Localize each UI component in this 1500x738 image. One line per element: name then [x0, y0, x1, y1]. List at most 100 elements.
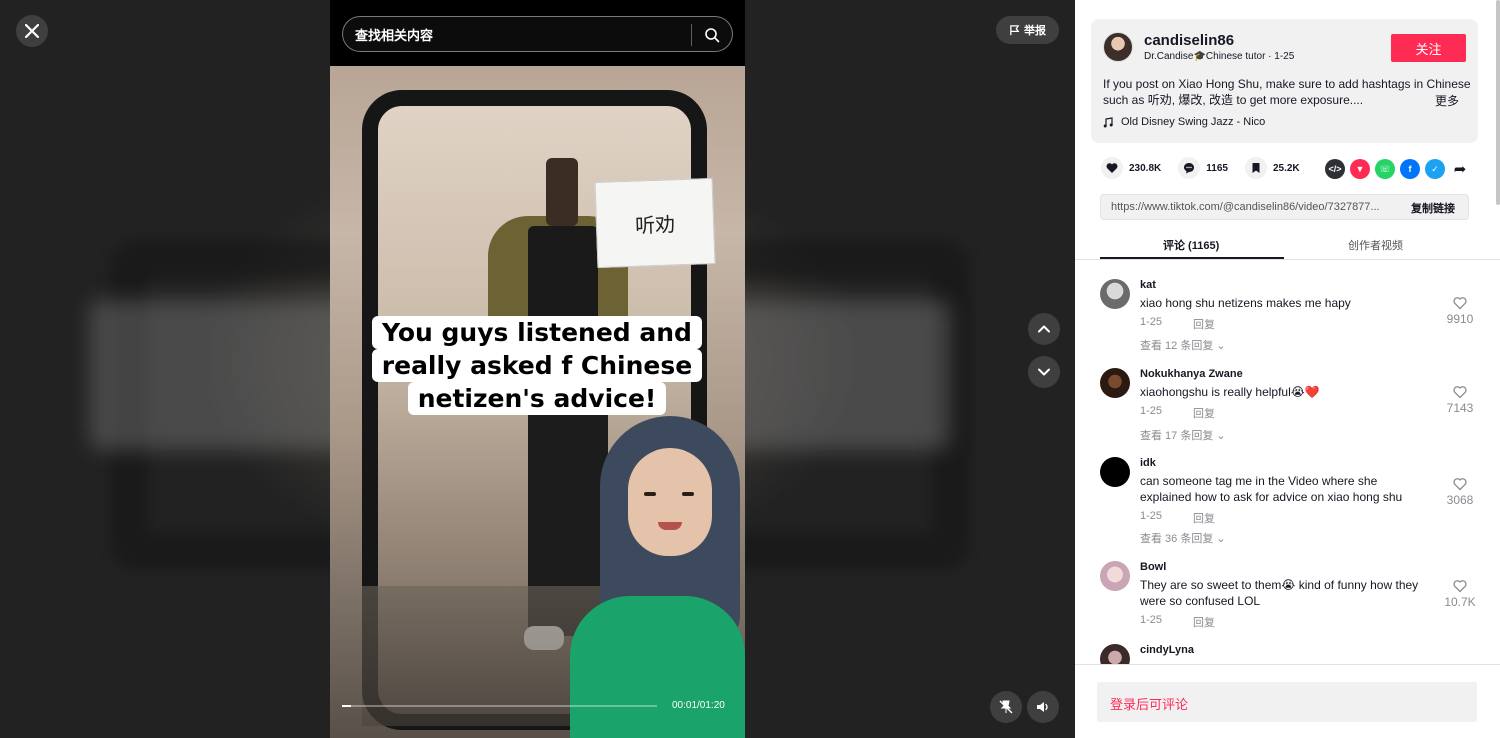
comment-date: 1-25: [1140, 510, 1163, 522]
embed-icon[interactable]: </>: [1325, 159, 1345, 179]
comment-button[interactable]: [1178, 157, 1201, 179]
heart-icon: [1106, 163, 1118, 173]
music-title: Old Disney Swing Jazz - Nico: [1121, 116, 1266, 128]
view-replies-label: 查看 12 条回复: [1140, 340, 1214, 352]
heart-outline-icon: [1453, 478, 1467, 491]
comment-text: can someone tag me in the Video where sh…: [1140, 474, 1403, 504]
chevron-down-icon: ⌄: [1216, 430, 1226, 442]
search-icon: [705, 28, 720, 43]
comment-item: Bowl They are so sweet to them😭 kind of …: [1100, 561, 1480, 636]
share-link-text[interactable]: https://www.tiktok.com/@candiselin86/vid…: [1111, 201, 1401, 213]
view-replies-link[interactable]: 查看 17 条回复 ⌄: [1140, 427, 1226, 443]
save-count: 25.2K: [1272, 162, 1300, 174]
comment-username[interactable]: idk: [1140, 457, 1156, 469]
panel-scrollbar[interactable]: [1496, 0, 1500, 205]
flag-icon: [1010, 24, 1020, 35]
comment-input-bar: 登录后可评论: [1075, 664, 1500, 738]
presenter-sweater: [570, 596, 745, 738]
close-icon: [25, 24, 39, 38]
view-replies-link[interactable]: 查看 12 条回复 ⌄: [1140, 337, 1226, 353]
caption-line: really asked f Chinese: [371, 349, 703, 382]
comment-like-button[interactable]: 10.7K: [1440, 579, 1480, 609]
share-options: </> ▼ ☏ f ✓ ➦: [1325, 159, 1470, 179]
comment-avatar[interactable]: [1100, 561, 1130, 591]
chevron-up-icon: [1038, 325, 1050, 333]
comment-avatar[interactable]: [1100, 644, 1130, 664]
heart-outline-icon: [1453, 386, 1467, 399]
chevron-down-icon: [1038, 368, 1050, 376]
tab-creator-videos[interactable]: 创作者视频: [1348, 237, 1403, 253]
share-more-icon[interactable]: ➦: [1450, 159, 1470, 179]
comment-item: idk can someone tag me in the Video wher…: [1100, 457, 1480, 552]
sign-paper: 听劝: [594, 177, 716, 269]
comment-like-count: 7143: [1446, 401, 1474, 415]
video-viewer: 举报 听劝 You guys listened and really asked…: [0, 0, 1075, 738]
comment-username[interactable]: Bowl: [1140, 561, 1166, 573]
presenter: [570, 416, 745, 738]
video-caption: You guys listened and really asked f Chi…: [352, 316, 722, 415]
pin-icon: [999, 700, 1013, 714]
close-button[interactable]: [16, 15, 48, 47]
comment-reply-button[interactable]: 回复: [1193, 614, 1215, 630]
comment-like-button[interactable]: 3068: [1440, 477, 1480, 507]
tab-comments[interactable]: 评论 (1165): [1163, 237, 1219, 253]
whatsapp-icon[interactable]: ☏: [1375, 159, 1395, 179]
bookmark-icon: [1252, 163, 1260, 173]
video-player[interactable]: 听劝 You guys listened and really asked f …: [330, 0, 745, 738]
share-link-box: https://www.tiktok.com/@candiselin86/vid…: [1100, 194, 1469, 220]
twitter-icon[interactable]: ✓: [1425, 159, 1445, 179]
comment-avatar[interactable]: [1100, 368, 1130, 398]
floating-player-button[interactable]: [990, 691, 1022, 723]
comment-avatar[interactable]: [1100, 457, 1130, 487]
follow-button[interactable]: 关注: [1391, 34, 1466, 62]
stats-bar: 230.8K 1165 25.2K: [1101, 157, 1300, 179]
comment-username[interactable]: Nokukhanya Zwane: [1140, 368, 1243, 380]
comment-like-button[interactable]: 7143: [1440, 385, 1480, 415]
comment-like-count: 3068: [1446, 493, 1474, 507]
comment-reply-button[interactable]: 回复: [1193, 510, 1215, 526]
copy-link-button[interactable]: 复制链接: [1411, 200, 1455, 216]
comment-date: 1-25: [1140, 405, 1163, 417]
comment-reply-button[interactable]: 回复: [1193, 316, 1215, 332]
comment-item: kat xiao hong shu netizens makes me hapy…: [1100, 279, 1480, 359]
comment-item: Nokukhanya Zwane xiaohongshu is really h…: [1100, 368, 1480, 448]
volume-icon: [1037, 702, 1048, 712]
like-button[interactable]: [1101, 157, 1123, 179]
login-to-comment-button[interactable]: 登录后可评论: [1097, 682, 1477, 722]
search-button[interactable]: [699, 23, 725, 47]
author-avatar[interactable]: [1103, 32, 1133, 62]
report-button[interactable]: 举报: [996, 16, 1059, 44]
heart-outline-icon: [1453, 297, 1467, 310]
comment-username[interactable]: kat: [1140, 279, 1156, 291]
author-username[interactable]: candiselin86: [1144, 32, 1234, 49]
music-link[interactable]: Old Disney Swing Jazz - Nico: [1103, 116, 1265, 128]
comment-text: xiaohongshu is really helpful😭❤️: [1140, 385, 1320, 399]
comment-count: 1165: [1206, 162, 1228, 174]
video-frame: 听劝 You guys listened and really asked f …: [330, 66, 745, 738]
description-more-link[interactable]: 更多: [1435, 92, 1459, 109]
view-replies-label: 查看 17 条回复: [1140, 430, 1214, 442]
next-video-button[interactable]: [1028, 356, 1060, 388]
comment-avatar[interactable]: [1100, 279, 1130, 309]
caption-line: You guys listened and: [372, 316, 702, 349]
comment-reply-button[interactable]: 回复: [1193, 405, 1215, 421]
search-input[interactable]: [355, 25, 685, 45]
progress-bar[interactable]: [342, 705, 657, 707]
search-bar: [342, 16, 733, 52]
send-to-friends-icon[interactable]: ▼: [1350, 159, 1370, 179]
video-description: If you post on Xiao Hong Shu, make sure …: [1103, 77, 1471, 107]
previous-video-button[interactable]: [1028, 313, 1060, 345]
comment-list: kat xiao hong shu netizens makes me hapy…: [1075, 260, 1500, 664]
comment-like-button[interactable]: 9910: [1440, 296, 1480, 326]
caption-line: netizen's advice!: [407, 382, 667, 415]
detail-panel: candiselin86 Dr.Candise🎓Chinese tutor · …: [1075, 0, 1500, 738]
comment-item: cindyLyna: [1100, 644, 1480, 664]
music-note-icon: [1103, 116, 1113, 127]
facebook-icon[interactable]: f: [1400, 159, 1420, 179]
volume-button[interactable]: [1027, 691, 1059, 723]
comment-username[interactable]: cindyLyna: [1140, 644, 1194, 656]
save-button[interactable]: [1244, 157, 1267, 179]
view-replies-link[interactable]: 查看 36 条回复 ⌄: [1140, 530, 1226, 546]
chevron-down-icon: ⌄: [1216, 533, 1226, 545]
person-top: [528, 226, 598, 326]
